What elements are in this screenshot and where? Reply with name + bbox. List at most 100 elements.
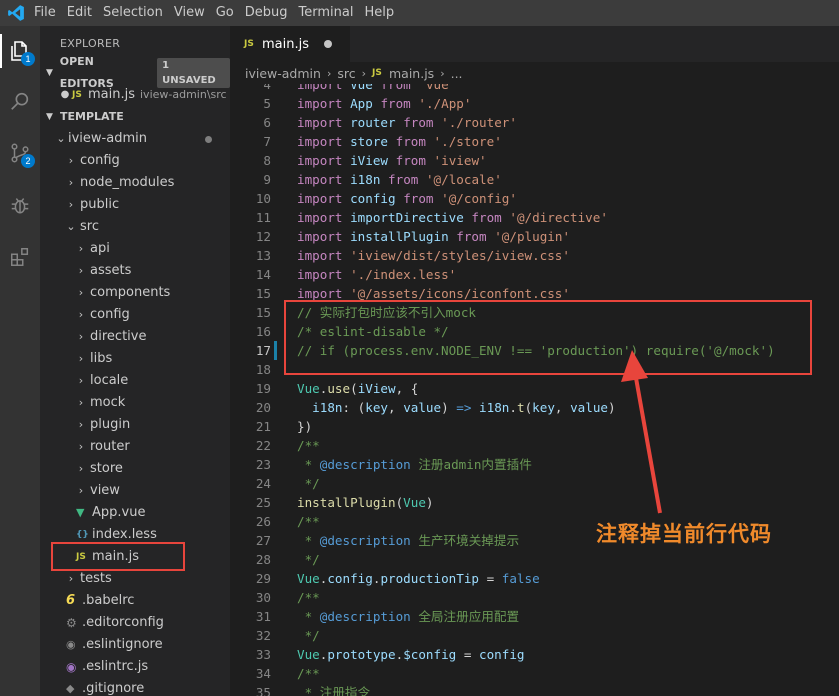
code-token: '@/locale'	[425, 172, 502, 187]
menu-file[interactable]: File	[32, 0, 64, 26]
code-token: from	[395, 134, 426, 149]
search-icon[interactable]	[3, 84, 37, 118]
code-line[interactable]: 23 * @description 注册admin内置插件	[230, 455, 839, 474]
tree-folder-item[interactable]: › node_modules	[40, 172, 230, 194]
tree-folder-item[interactable]: › components	[40, 282, 230, 304]
tree-folder-item[interactable]: › mock	[40, 392, 230, 414]
line-number: 26	[255, 514, 271, 529]
tree-folder-item[interactable]: › store	[40, 458, 230, 480]
code-line[interactable]: 33 Vue.prototype.$config = config	[230, 645, 839, 664]
code-token: *	[297, 457, 320, 472]
code-token: productionTip	[380, 571, 480, 586]
extensions-icon[interactable]	[3, 240, 37, 274]
tree-folder-item[interactable]: ⌄ src	[40, 216, 230, 238]
open-editor-item[interactable]: ● JS main.js iview-admin\src	[40, 84, 230, 106]
tree-folder-item[interactable]: › public	[40, 194, 230, 216]
tree-root-label: iview-admin	[68, 131, 147, 146]
code-token: import	[297, 248, 343, 263]
code-line[interactable]: 34 /**	[230, 664, 839, 683]
tree-folder-item[interactable]: › libs	[40, 348, 230, 370]
code-line[interactable]: 21})	[230, 417, 839, 436]
tree-folder-item[interactable]: › view	[40, 480, 230, 502]
tree-file-item[interactable]: ▼ App.vue	[40, 502, 230, 524]
tree-file-item[interactable]: ⚙ .editorconfig	[40, 612, 230, 634]
breadcrumb-item[interactable]: src	[337, 66, 355, 81]
explorer-badge: 1	[21, 52, 35, 66]
workspace-label: TEMPLATE	[60, 110, 124, 123]
source-control-icon[interactable]: 2	[3, 136, 37, 170]
debug-icon[interactable]	[3, 188, 37, 222]
tree-folder-item[interactable]: › directive	[40, 326, 230, 348]
menu-debug[interactable]: Debug	[242, 0, 296, 26]
tree-file-item[interactable]: 6 .babelrc	[40, 590, 230, 612]
code-line[interactable]: 7 import store from './store'	[230, 132, 839, 151]
breadcrumb-item[interactable]: iview-admin	[245, 66, 321, 81]
tree-file-item[interactable]: ◉ .eslintrc.js	[40, 656, 230, 678]
code-line[interactable]: 9 import i18n from '@/locale'	[230, 170, 839, 189]
code-line[interactable]: 31 * @description 全局注册应用配置	[230, 607, 839, 626]
tree-folder-item[interactable]: › config	[40, 304, 230, 326]
code-line[interactable]: 10 import config from '@/config'	[230, 189, 839, 208]
unsaved-dot-icon[interactable]: ●	[58, 84, 72, 106]
tree-folder-item[interactable]: › api	[40, 238, 230, 260]
tree-file-item[interactable]: ◉ .eslintignore	[40, 634, 230, 656]
unsaved-dot-icon[interactable]	[324, 40, 332, 48]
tree-folder-item[interactable]: › router	[40, 436, 230, 458]
tree-folder-item[interactable]: › config	[40, 150, 230, 172]
menu-terminal[interactable]: Terminal	[296, 0, 362, 26]
tree-item-label: .gitignore	[82, 681, 145, 696]
code-line[interactable]: 19 Vue.use(iView, {	[230, 379, 839, 398]
tab-main-js[interactable]: JS main.js	[230, 26, 350, 62]
code-line[interactable]: 35 * 注册指令	[230, 683, 839, 696]
code-text: /**	[297, 512, 320, 531]
code-token: ,	[554, 400, 571, 415]
tree-root-folder[interactable]: ⌄ iview-admin	[40, 128, 230, 150]
chevron-right-icon: ›	[78, 462, 84, 475]
menu-selection[interactable]: Selection	[100, 0, 171, 26]
open-editors-header[interactable]: ▼ OPEN EDITORS 1 UNSAVED	[40, 55, 230, 90]
code-line[interactable]: 6 import router from './router'	[230, 113, 839, 132]
tree-folder-item[interactable]: › tests	[40, 568, 230, 590]
code-line[interactable]: 4 import Vue from 'vue'	[230, 84, 839, 94]
code-token: 'iview'	[433, 153, 487, 168]
code-line[interactable]: 30 /**	[230, 588, 839, 607]
line-number: 4	[263, 84, 271, 92]
tree-folder-item[interactable]: › locale	[40, 370, 230, 392]
tree-folder-item[interactable]: › plugin	[40, 414, 230, 436]
tree-folder-item[interactable]: › assets	[40, 260, 230, 282]
code-line[interactable]: 28 */	[230, 550, 839, 569]
tree-item-label: config	[80, 153, 120, 168]
code-line[interactable]: 29 Vue.config.productionTip = false	[230, 569, 839, 588]
code-token: *	[297, 609, 320, 624]
menu-help[interactable]: Help	[361, 0, 402, 26]
code-line[interactable]: 22 /**	[230, 436, 839, 455]
menu-edit[interactable]: Edit	[64, 0, 100, 26]
tree-item-label: .eslintrc.js	[82, 659, 149, 674]
menu-bar: File Edit Selection View Go Debug Termin…	[0, 0, 839, 26]
breadcrumb-item[interactable]: ...	[451, 66, 463, 81]
menu-view[interactable]: View	[171, 0, 213, 26]
chevron-down-icon: ▼	[46, 68, 53, 78]
code-line[interactable]: 11 import importDirective from '@/directi…	[230, 208, 839, 227]
code-line[interactable]: 14 import './index.less'	[230, 265, 839, 284]
code-text: /**	[297, 436, 320, 455]
chevron-right-icon: ›	[78, 264, 84, 277]
workspace-header[interactable]: ▼ TEMPLATE	[40, 106, 230, 128]
code-line[interactable]: 12 import installPlugin from '@/plugin'	[230, 227, 839, 246]
code-line[interactable]: 5 import App from './App'	[230, 94, 839, 113]
code-line[interactable]: 25 installPlugin(Vue)	[230, 493, 839, 512]
tree-file-item[interactable]: ◆ .gitignore	[40, 678, 230, 696]
explorer-sidebar: EXPLORER ▼ OPEN EDITORS 1 UNSAVED ● JS m…	[40, 26, 230, 696]
code-line[interactable]: 32 */	[230, 626, 839, 645]
annotation-text: 注释掉当前行代码	[596, 522, 772, 546]
code-line[interactable]: 24 */	[230, 474, 839, 493]
breadcrumb-item[interactable]: main.js	[389, 66, 434, 81]
explorer-icon[interactable]: 1	[3, 34, 37, 68]
code-line[interactable]: 8 import iView from 'iview'	[230, 151, 839, 170]
code-editor[interactable]: 4 import Vue from 'vue' 5 import App from '…	[230, 84, 839, 696]
code-line[interactable]: 20 i18n: (key, value) => i18n.t(key, val…	[230, 398, 839, 417]
menu-go[interactable]: Go	[213, 0, 242, 26]
code-line[interactable]: 13 import 'iview/dist/styles/iview.css'	[230, 246, 839, 265]
code-token: )	[425, 495, 434, 510]
